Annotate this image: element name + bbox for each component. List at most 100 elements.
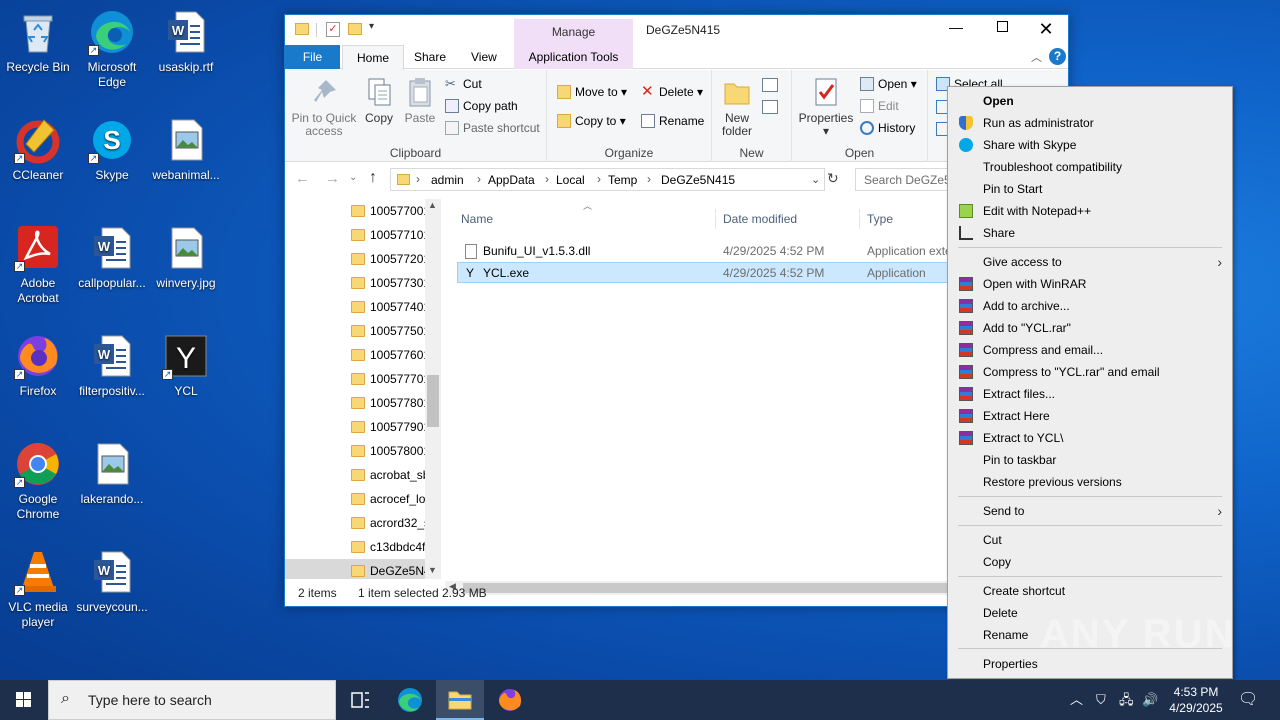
tree-item[interactable]: acrocef_lo — [285, 487, 427, 511]
tree-item[interactable]: 100577601 — [285, 343, 427, 367]
menu-item[interactable]: Pin to taskbar — [948, 449, 1232, 471]
desktop-icon-edge[interactable]: ↗ Microsoft Edge — [74, 8, 150, 90]
cut-button[interactable]: ✂ Cut — [443, 74, 482, 94]
column-header-date[interactable]: Date modified — [723, 209, 860, 229]
new-folder-button[interactable]: New folder — [716, 76, 758, 138]
menu-item[interactable]: Troubleshoot compatibility — [948, 156, 1232, 178]
breadcrumb-temp[interactable]: Temp — [608, 173, 637, 187]
menu-item[interactable]: Share with Skype — [948, 134, 1232, 156]
tree-item[interactable]: 100577401 — [285, 295, 427, 319]
move-to-button[interactable]: Move to ▾ — [555, 82, 627, 102]
menu-item[interactable]: Pin to Start — [948, 178, 1232, 200]
menu-item[interactable]: Extract files... — [948, 383, 1232, 405]
properties-check-icon[interactable]: ✓ — [326, 22, 340, 37]
menu-item[interactable]: Open with WinRAR — [948, 273, 1232, 295]
address-bar[interactable]: › admin › AppData › Local › Temp › DeGZe… — [390, 168, 825, 191]
start-button[interactable] — [0, 680, 48, 720]
copy-button[interactable]: Copy — [361, 76, 397, 125]
tree-item[interactable]: 100577201 — [285, 247, 427, 271]
menu-item[interactable]: Copy — [948, 551, 1232, 573]
forward-button[interactable]: → — [325, 170, 340, 187]
menu-item[interactable]: Compress to "YCL.rar" and email — [948, 361, 1232, 383]
file-row-ycl-exe[interactable]: Y YCL.exe 4/29/2025 4:52 PM Application — [457, 262, 957, 283]
menu-item[interactable]: Cut — [948, 529, 1232, 551]
file-row-bunifu[interactable]: Bunifu_UI_v1.5.3.dll 4/29/2025 4:52 PM A… — [457, 241, 980, 262]
address-dropdown-icon[interactable]: ⌄ — [811, 173, 820, 186]
scroll-up-arrow[interactable]: ▲ — [428, 200, 437, 210]
copy-to-button[interactable]: Copy to ▾ — [555, 111, 626, 131]
taskbar-file-explorer[interactable] — [436, 680, 484, 720]
network-icon[interactable]: 🖧 — [1119, 680, 1134, 720]
collapse-ribbon-icon[interactable]: ︿ — [1031, 49, 1042, 65]
menu-item[interactable]: Create shortcut — [948, 580, 1232, 602]
taskbar-search[interactable]: ⌕ Type here to search — [48, 680, 336, 720]
nav-pane-scrollbar[interactable]: ▲ ▼ — [425, 199, 441, 579]
new-folder-quick-icon[interactable] — [348, 23, 362, 35]
menu-item[interactable]: Run as administrator — [948, 112, 1232, 134]
desktop-icon-adobe-acrobat[interactable]: ↗ Adobe Acrobat — [0, 224, 76, 306]
task-view-button[interactable] — [336, 680, 384, 720]
tree-item[interactable]: c13dbdc4f — [285, 535, 427, 559]
desktop-icon-lakerando[interactable]: lakerando... — [74, 440, 150, 507]
desktop-icon-webanimal[interactable]: webanimal... — [148, 116, 224, 183]
taskbar-edge[interactable] — [386, 680, 434, 720]
taskbar-firefox[interactable] — [486, 680, 534, 720]
maximize-button[interactable] — [987, 21, 1017, 43]
paste-shortcut-button[interactable]: Paste shortcut — [443, 118, 540, 138]
tree-item[interactable]: 100577901 — [285, 415, 427, 439]
back-button[interactable]: ← — [295, 170, 310, 187]
close-button[interactable]: ✕ — [1031, 17, 1061, 41]
tree-item[interactable]: 100577501 — [285, 319, 427, 343]
up-button[interactable]: ↑ — [369, 169, 377, 187]
volume-icon[interactable]: 🔊 — [1142, 680, 1158, 720]
menu-item[interactable]: Add to "YCL.rar" — [948, 317, 1232, 339]
desktop-icon-firefox[interactable]: ↗ Firefox — [0, 332, 76, 399]
tree-item[interactable]: 100578001 — [285, 439, 427, 463]
title-bar[interactable]: ✓ ▾ Manage DeGZe5N415 — ✕ — [285, 15, 1068, 45]
tree-item[interactable]: 100577801 — [285, 391, 427, 415]
scroll-thumb[interactable] — [427, 375, 439, 427]
network-defender-icon[interactable]: ⛉ — [1096, 680, 1106, 720]
menu-item[interactable]: Share — [948, 222, 1232, 244]
desktop-icon-recycle-bin[interactable]: Recycle Bin — [0, 8, 76, 75]
breadcrumb-degze5n415[interactable]: DeGZe5N415 — [661, 173, 735, 187]
desktop-icon-winvery[interactable]: winvery.jpg — [148, 224, 224, 291]
delete-button[interactable]: ✕ Delete ▾ — [639, 82, 703, 102]
notification-icon[interactable]: 🗨 — [1238, 680, 1258, 720]
menu-item[interactable]: Edit with Notepad++ — [948, 200, 1232, 222]
pin-quick-access-button[interactable]: Pin to Quick access — [289, 76, 359, 138]
history-button[interactable]: History — [858, 118, 915, 138]
menu-item[interactable]: Compress and email... — [948, 339, 1232, 361]
new-item-icon[interactable] — [762, 78, 778, 92]
breadcrumb-local[interactable]: Local — [556, 173, 585, 187]
recent-locations-icon[interactable]: ⌄ — [349, 172, 357, 183]
edit-button[interactable]: Edit — [858, 96, 899, 116]
tree-item[interactable]: 100577701 — [285, 367, 427, 391]
help-icon[interactable]: ? — [1049, 48, 1066, 65]
tab-home[interactable]: Home — [342, 45, 405, 70]
menu-item[interactable]: Extract to YCL\ — [948, 427, 1232, 449]
customize-quick-access-icon[interactable]: ▾ — [369, 21, 374, 32]
search-box[interactable]: Search DeGZe5N415 — [855, 168, 955, 191]
tree-item[interactable]: 100577101 — [285, 223, 427, 247]
menu-item[interactable]: Restore previous versions — [948, 471, 1232, 493]
menu-item[interactable]: Send to › — [948, 500, 1232, 522]
menu-item[interactable]: Give access to › — [948, 251, 1232, 273]
column-header-name[interactable]: Name — [461, 209, 716, 229]
tree-item[interactable]: 100577301 — [285, 271, 427, 295]
tree-item[interactable]: acrobat_sb — [285, 463, 427, 487]
desktop-icon-ccleaner[interactable]: ↗ CCleaner — [0, 116, 76, 183]
easy-access-icon[interactable] — [762, 100, 778, 114]
column-header-type[interactable]: Type — [867, 209, 947, 229]
menu-item[interactable]: Extract Here — [948, 405, 1232, 427]
desktop-icon-skype[interactable]: S ↗ Skype — [74, 116, 150, 183]
tab-view[interactable]: View — [457, 45, 511, 69]
breadcrumb-appdata[interactable]: AppData — [488, 173, 535, 187]
copy-path-button[interactable]: Copy path — [443, 96, 518, 116]
clock[interactable]: 4:53 PM 4/29/2025 — [1165, 680, 1227, 720]
scroll-down-arrow[interactable]: ▼ — [428, 565, 437, 575]
paste-button[interactable]: Paste — [401, 76, 439, 125]
desktop-icon-callpopular[interactable]: W callpopular... — [74, 224, 150, 291]
tab-file[interactable]: File — [285, 45, 340, 69]
show-hidden-icons[interactable]: ︿ — [1070, 680, 1083, 720]
